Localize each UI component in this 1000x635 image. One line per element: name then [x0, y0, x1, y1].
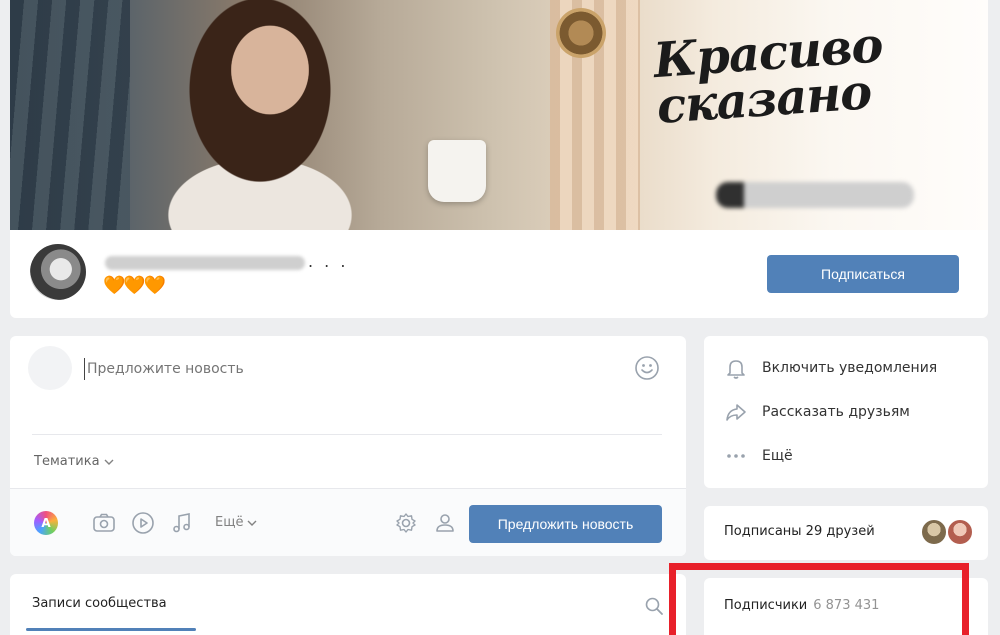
more-dots-icon [727, 454, 745, 458]
group-header-card: Красиво сказано . . . 🧡🧡🧡 Подписаться [10, 0, 988, 318]
tab-community-posts[interactable]: Записи сообщества [32, 596, 167, 611]
divider [32, 434, 662, 435]
topic-label: Тематика [34, 454, 100, 469]
bell-icon [727, 360, 745, 379]
post-composer: Тематика A Ещё Предложит [10, 336, 686, 556]
topic-dropdown[interactable]: Тематика [34, 454, 114, 469]
enable-notifications-item[interactable]: Включить уведомления [724, 356, 937, 380]
share-with-friends-item[interactable]: Рассказать друзьям [724, 400, 910, 424]
suggest-news-button[interactable]: Предложить новость [469, 505, 662, 543]
artist-palette-icon[interactable]: A [34, 511, 58, 535]
video-icon[interactable] [130, 510, 156, 536]
enable-notifications-label: Включить уведомления [762, 360, 938, 376]
group-actions-card: Включить уведомления Рассказать друзьям … [704, 336, 988, 488]
cover-logo-text: Красиво сказано [651, 17, 885, 135]
more-attachments-dropdown[interactable]: Ещё [215, 515, 257, 530]
active-tab-indicator [26, 628, 196, 631]
settings-gear-icon[interactable] [393, 510, 419, 536]
share-with-friends-label: Рассказать друзьям [762, 404, 910, 420]
group-name-ellipsis: . . . [308, 252, 349, 271]
music-icon[interactable] [169, 510, 195, 536]
camera-icon[interactable] [91, 510, 117, 536]
highlight-annotation-box [669, 563, 969, 635]
friend-avatar[interactable] [920, 518, 948, 546]
search-icon[interactable] [644, 596, 664, 616]
user-avatar [28, 346, 72, 390]
emoji-icon[interactable] [634, 355, 660, 381]
more-label: Ещё [215, 515, 244, 530]
more-actions-label: Ещё [762, 448, 793, 464]
subscribe-button[interactable]: Подписаться [767, 255, 959, 293]
author-user-icon[interactable] [432, 510, 458, 536]
community-wall-card: Записи сообщества [10, 574, 686, 635]
cover-blurred-text [716, 182, 914, 208]
group-avatar[interactable] [30, 244, 86, 300]
cover-image: Красиво сказано [10, 0, 988, 230]
chevron-down-icon [104, 459, 114, 465]
group-status: 🧡🧡🧡 [103, 275, 166, 296]
composer-toolbar: A Ещё Предложить новость [10, 488, 686, 556]
group-name-blurred [105, 256, 305, 270]
more-actions-item[interactable]: Ещё [724, 444, 793, 468]
chevron-down-icon [247, 520, 257, 526]
share-arrow-icon [726, 404, 746, 421]
friend-avatar[interactable] [946, 518, 974, 546]
suggest-news-input[interactable] [84, 358, 604, 380]
friends-subscribed-card[interactable]: Подписаны 29 друзей [704, 506, 988, 560]
friends-subscribed-label: Подписаны 29 друзей [724, 524, 875, 539]
